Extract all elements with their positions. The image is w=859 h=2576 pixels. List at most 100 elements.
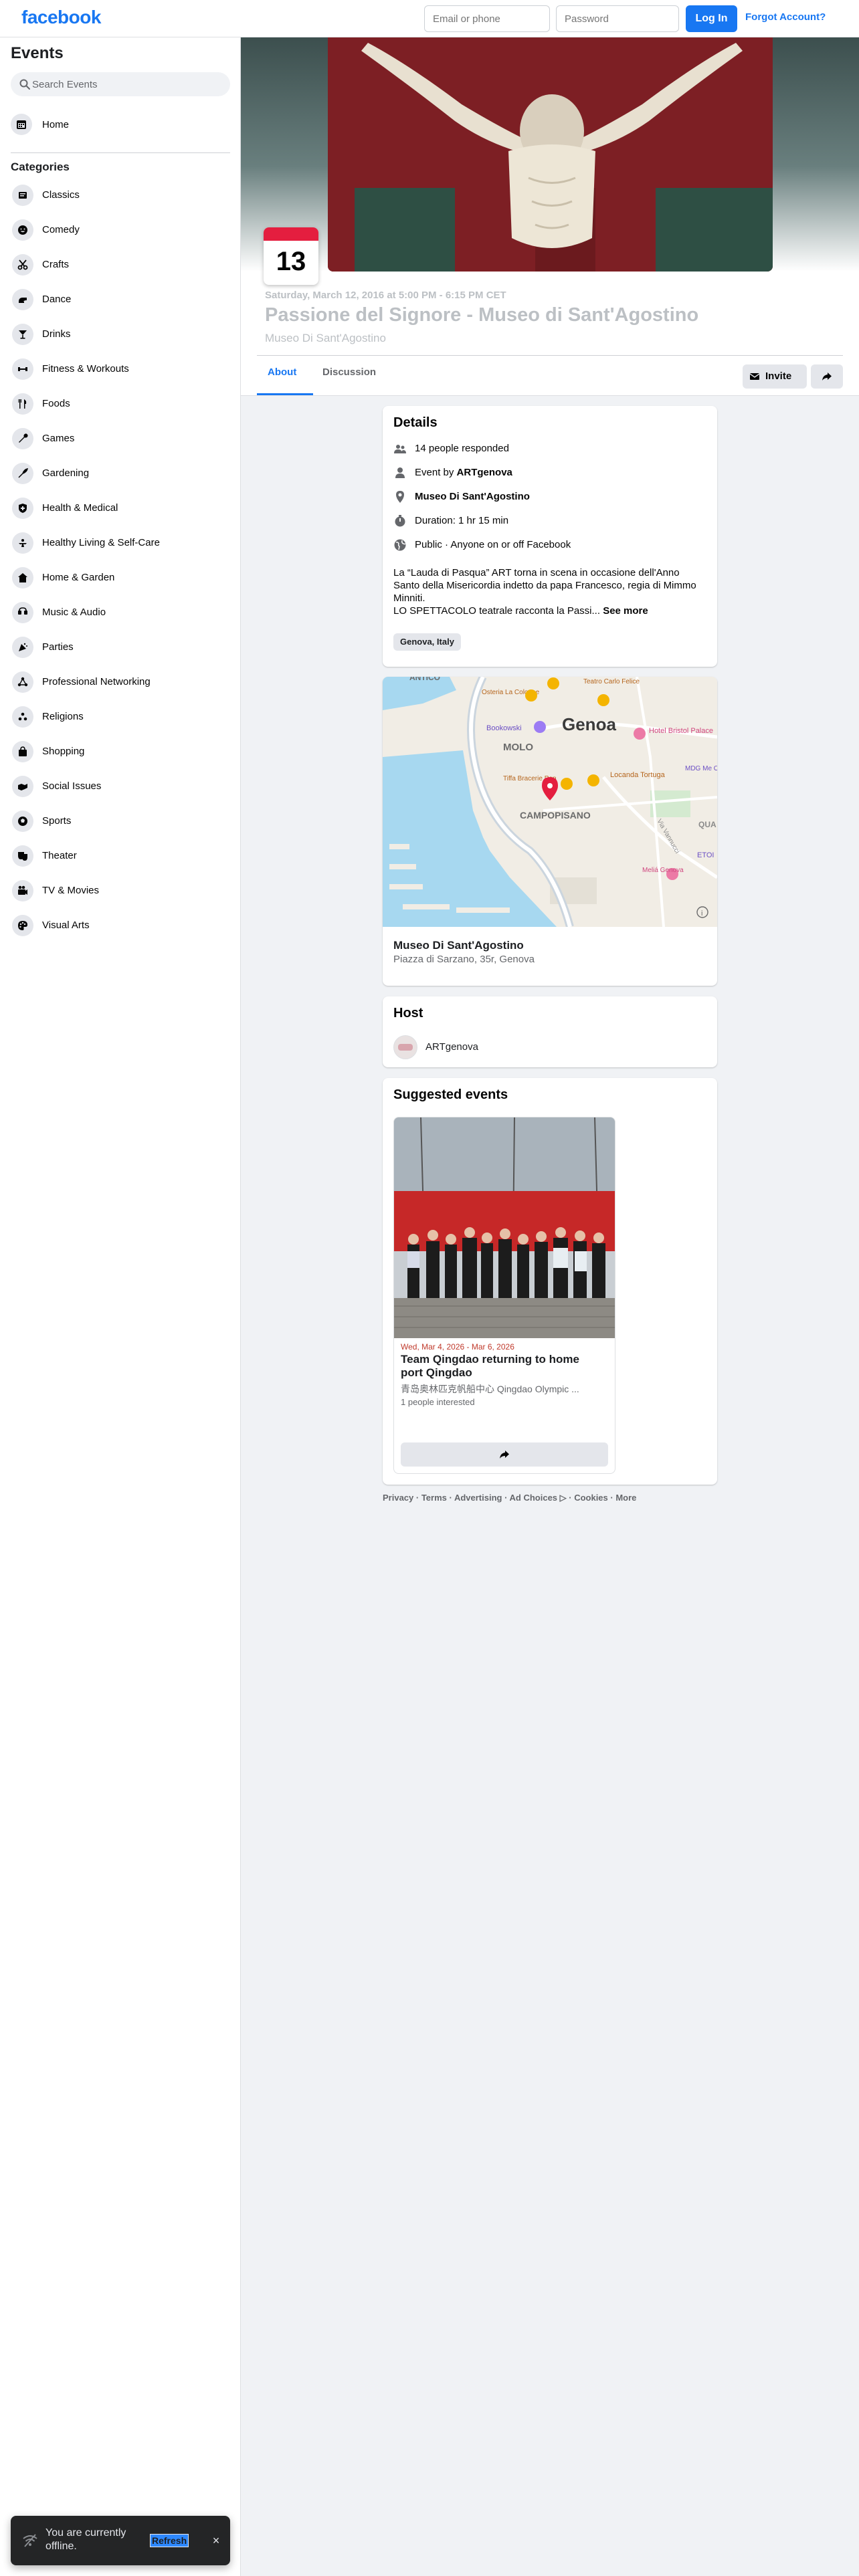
search-input[interactable]: Search Events	[11, 72, 230, 96]
date-badge: 13	[264, 227, 318, 285]
suggested-event-card[interactable]: Wed, Mar 4, 2026 - Mar 6, 2026 Team Qing…	[393, 1117, 615, 1474]
search-icon	[19, 79, 30, 90]
facebook-logo[interactable]: facebook	[21, 7, 101, 28]
forgot-account-link[interactable]: Forgot Account?	[745, 11, 826, 23]
sidebar-item-crafts[interactable]: Crafts	[5, 247, 235, 282]
cover-photo[interactable]	[328, 37, 773, 272]
login-button[interactable]: Log In	[686, 5, 737, 32]
sidebar-item-drinks[interactable]: Drinks	[5, 317, 235, 352]
share-icon	[500, 1451, 509, 1459]
map-label-bookowski: Bookowski	[486, 724, 522, 732]
header-divider	[257, 355, 843, 356]
sidebar-item-label: Social Issues	[42, 780, 102, 792]
map-card: ANTICO Genoa MOLO CAMPOPISANO Osteria La…	[383, 677, 717, 986]
event-venue[interactable]: Museo Di Sant'Agostino	[265, 332, 386, 345]
music-icon	[12, 602, 33, 623]
tab-discussion[interactable]: Discussion	[322, 366, 376, 378]
location-pin-icon	[396, 491, 404, 503]
sidebar-item-religions[interactable]: Religions	[5, 700, 235, 734]
sidebar-item-shopping[interactable]: Shopping	[5, 734, 235, 769]
visual-arts-icon	[12, 915, 33, 936]
tab-about[interactable]: About	[268, 366, 296, 378]
location-pill[interactable]: Genova, Italy	[393, 633, 461, 651]
email-field[interactable]	[424, 5, 550, 32]
sidebar-item-games[interactable]: Games	[5, 421, 235, 456]
foods-icon	[12, 393, 33, 415]
sidebar-item-label: Home	[42, 119, 70, 130]
gardening-icon	[12, 463, 33, 484]
parties-icon	[12, 637, 33, 658]
sports-icon	[12, 811, 33, 832]
invite-button[interactable]: Invite	[743, 364, 807, 389]
suggested-event-date: Wed, Mar 4, 2026 - Mar 6, 2026	[401, 1342, 514, 1352]
description-text-2: LO SPETTACOLO teatrale racconta la Passi…	[393, 605, 601, 617]
sidebar-item-parties[interactable]: Parties	[5, 630, 235, 665]
event-date: Saturday, March 12, 2016 at 5:00 PM - 6:…	[265, 290, 506, 301]
sidebar-item-visual-arts[interactable]: Visual Arts	[5, 908, 235, 943]
host-avatar[interactable]	[393, 1035, 417, 1059]
sidebar-item-sports[interactable]: Sports	[5, 804, 235, 839]
sidebar-divider	[11, 152, 230, 153]
sidebar-item-home-garden[interactable]: Home & Garden	[5, 560, 235, 595]
suggested-share-button[interactable]	[401, 1442, 608, 1467]
sidebar-item-classics[interactable]: Classics	[5, 178, 235, 213]
offline-toast: You are currently offline. Refresh ×	[11, 2516, 230, 2565]
sidebar-item-networking[interactable]: Professional Networking	[5, 665, 235, 700]
map-venue-name[interactable]: Museo Di Sant'Agostino	[393, 939, 524, 952]
sidebar-item-theater[interactable]: Theater	[5, 839, 235, 873]
drinks-icon	[12, 324, 33, 345]
sidebar-item-social-issues[interactable]: Social Issues	[5, 769, 235, 804]
sidebar-item-dance[interactable]: Dance	[5, 282, 235, 317]
networking-icon	[12, 671, 33, 693]
map-label-campopisano: CAMPOPISANO	[520, 810, 591, 821]
suggested-event-title[interactable]: Team Qingdao returning to home port Qing…	[401, 1353, 601, 1380]
person-icon	[395, 467, 405, 478]
sidebar-item-label: Shopping	[42, 746, 85, 757]
venue-map[interactable]: ANTICO Genoa MOLO CAMPOPISANO Osteria La…	[383, 677, 717, 927]
social-issues-icon	[12, 776, 33, 797]
sidebar-item-comedy[interactable]: Comedy	[5, 213, 235, 247]
sidebar-item-home[interactable]: Home	[5, 108, 235, 140]
people-icon	[394, 445, 406, 453]
sidebar-item-label: Theater	[42, 850, 77, 861]
suggested-event-place: 青岛奥林匹克帆船中心 Qingdao Olympic ...	[401, 1384, 579, 1394]
religions-icon	[12, 706, 33, 728]
sidebar-item-healthy-living[interactable]: Healthy Living & Self-Care	[5, 526, 235, 560]
location-link[interactable]: Museo Di Sant'Agostino	[415, 491, 530, 502]
map-label-molo: MOLO	[503, 742, 533, 753]
sidebar-item-label: Classics	[42, 189, 80, 201]
crafts-icon	[12, 254, 33, 276]
sidebar-item-label: Sports	[42, 815, 72, 827]
envelope-icon	[749, 373, 760, 380]
share-button[interactable]	[811, 364, 843, 389]
date-badge-day: 13	[276, 247, 306, 276]
theater-icon	[12, 845, 33, 867]
home-garden-icon	[12, 567, 33, 588]
sidebar-item-music[interactable]: Music & Audio	[5, 595, 235, 630]
map-label-hotel-bristol: Hotel Bristol Palace	[649, 727, 713, 735]
see-more-link[interactable]: See more	[603, 605, 648, 617]
responded-text: 14 people responded	[415, 443, 509, 454]
sidebar-item-fitness[interactable]: Fitness & Workouts	[5, 352, 235, 387]
event-by-link[interactable]: ARTgenova	[457, 467, 512, 478]
sidebar-item-label: Comedy	[42, 224, 80, 235]
dance-icon	[12, 289, 33, 310]
shopping-icon	[12, 741, 33, 762]
close-icon[interactable]: ×	[209, 2534, 223, 2547]
map-label-melia: Meliá Genova	[642, 867, 684, 874]
password-field[interactable]	[556, 5, 679, 32]
share-icon	[822, 372, 832, 381]
event-title: Passione del Signore - Museo di Sant'Ago…	[265, 304, 699, 326]
sidebar-item-tv-movies[interactable]: TV & Movies	[5, 873, 235, 908]
offline-text: You are currently offline.	[45, 2527, 126, 2552]
sidebar-item-label: Crafts	[42, 259, 70, 270]
details-heading: Details	[393, 415, 438, 430]
host-name[interactable]: ARTgenova	[425, 1041, 478, 1053]
sidebar-item-label: Healthy Living & Self-Care	[42, 537, 160, 548]
sidebar-item-foods[interactable]: Foods	[5, 387, 235, 421]
sidebar-item-health[interactable]: Health & Medical	[5, 491, 235, 526]
refresh-button[interactable]: Refresh	[150, 2534, 189, 2547]
sidebar-item-gardening[interactable]: Gardening	[5, 456, 235, 491]
categories-list: Classics Comedy Crafts Dance Drinks Fitn…	[5, 178, 235, 943]
footer-links[interactable]: Privacy · Terms · Advertising · Ad Choic…	[383, 1493, 636, 1503]
